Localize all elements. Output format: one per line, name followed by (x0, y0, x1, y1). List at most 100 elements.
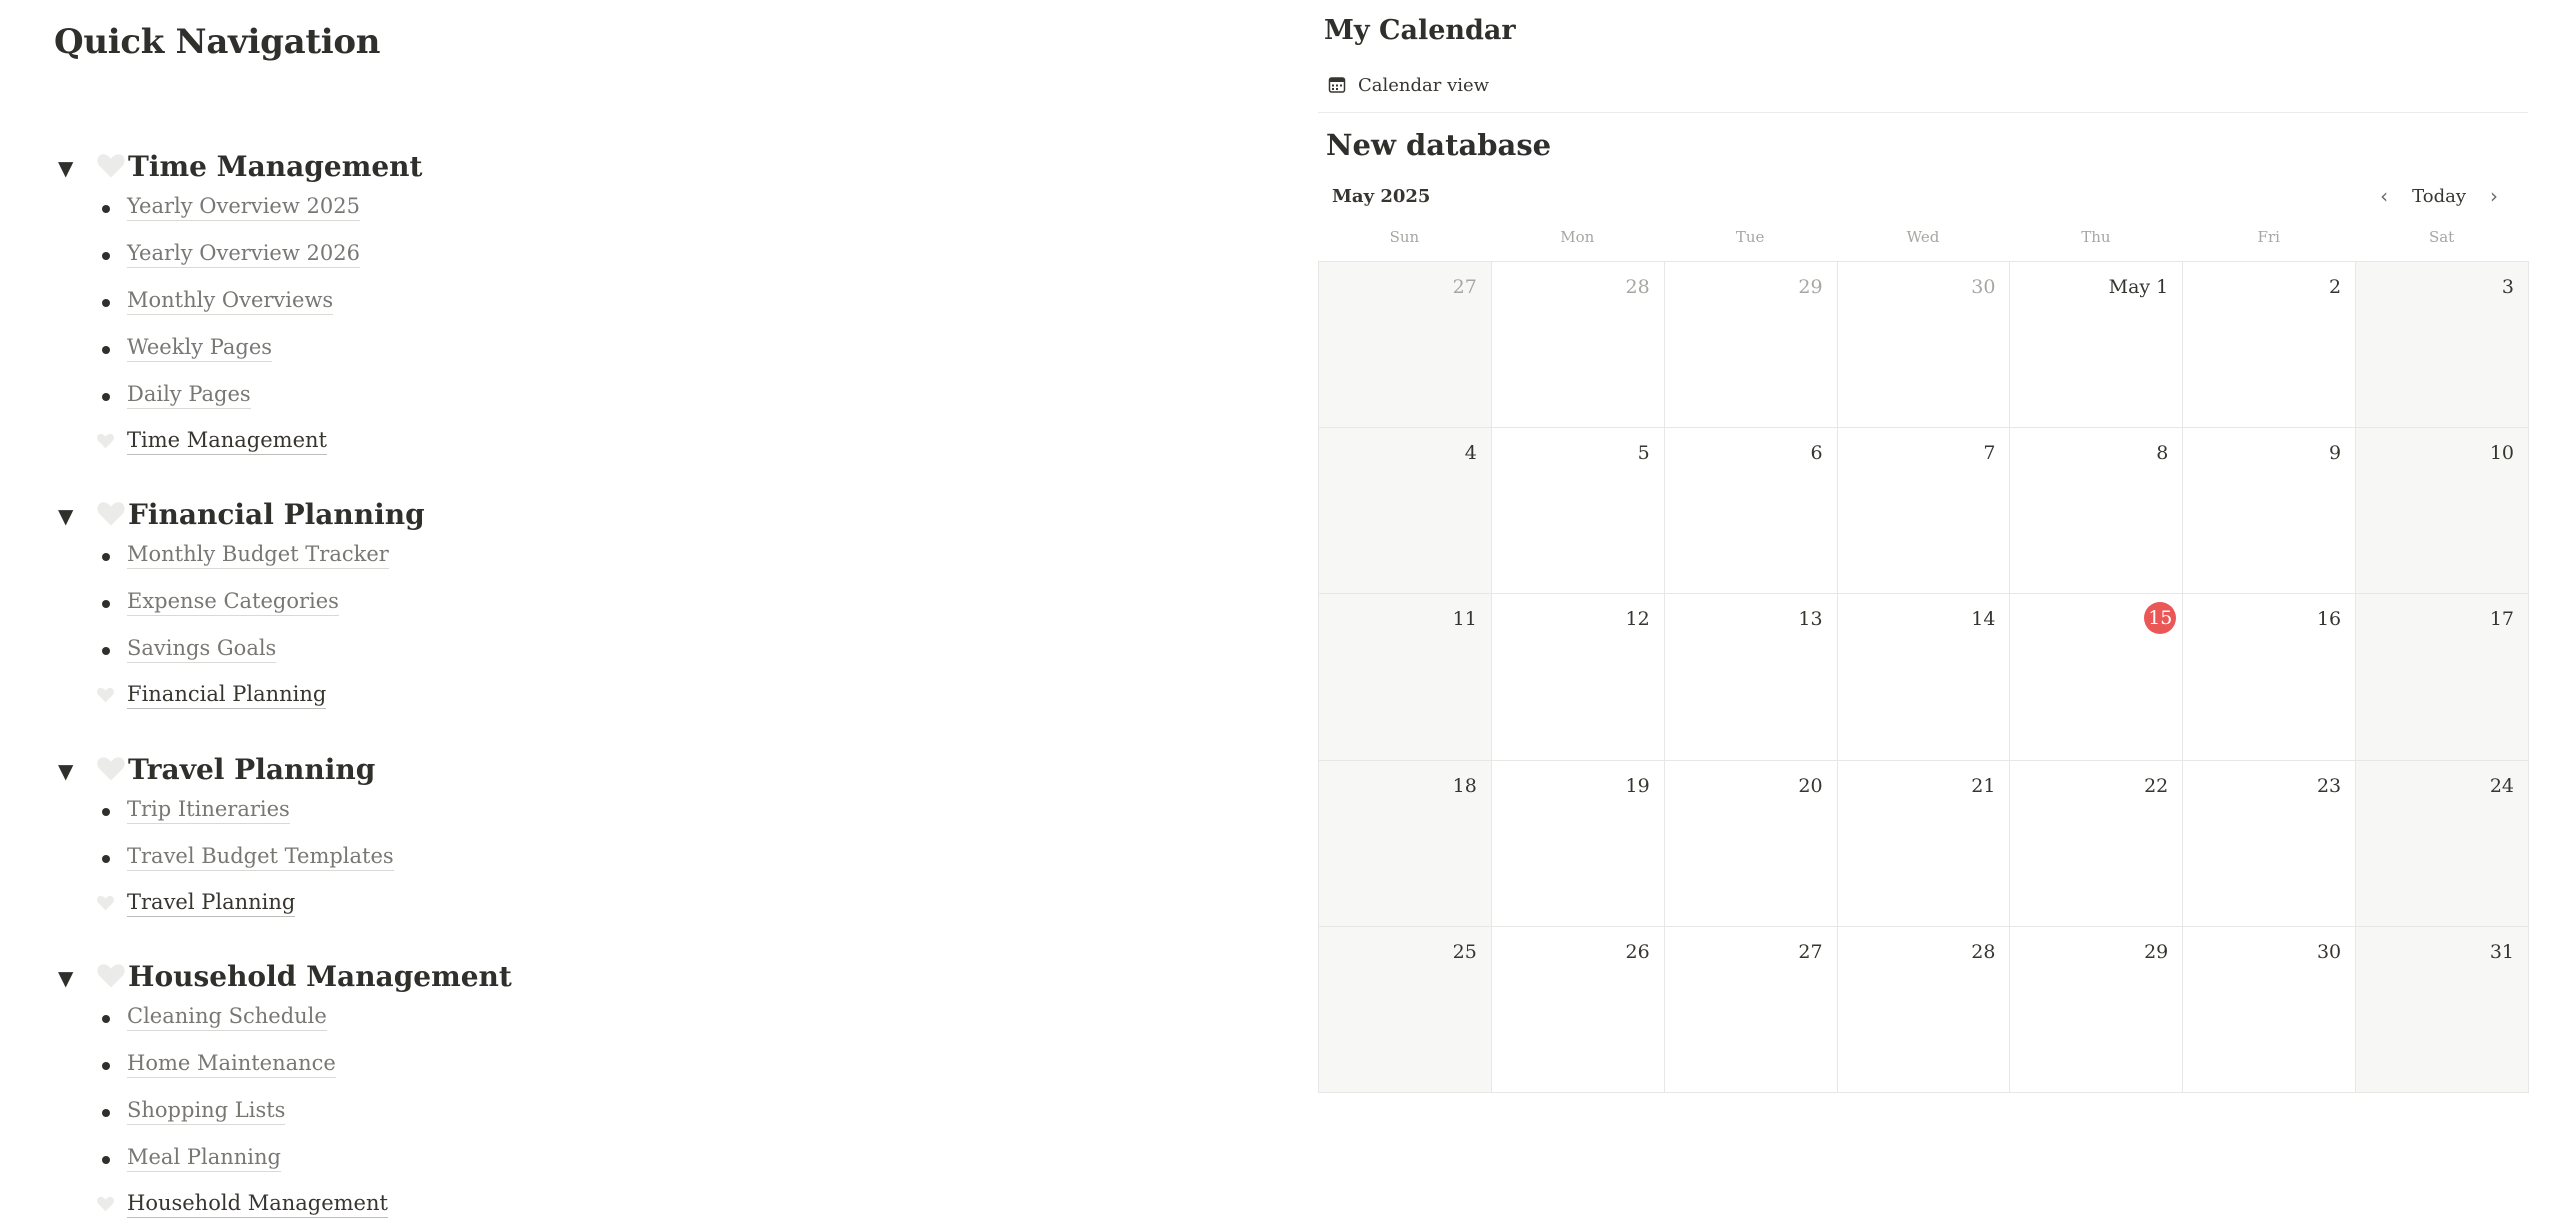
day-number: 23 (2316, 774, 2342, 797)
day-cell[interactable]: 31 (2356, 926, 2529, 1093)
page-link[interactable]: Meal Planning (127, 1143, 281, 1172)
day-number: 19 (1625, 774, 1650, 797)
list-item: Shopping Lists (54, 1096, 654, 1136)
day-cell[interactable]: 19 (1491, 760, 1665, 927)
bullet-icon (102, 1015, 110, 1023)
toggle-caret-icon[interactable]: ▼ (58, 506, 73, 526)
day-cell[interactable]: 27 (1319, 262, 1492, 429)
weekday-label: Wed (1906, 228, 1940, 246)
day-number: 4 (1464, 442, 1477, 465)
section-page-link: Household Management (54, 1189, 654, 1229)
day-number: 25 (1452, 940, 1477, 963)
day-cell[interactable]: 14 (1837, 594, 2011, 761)
calendar-grid: 27 28 29 30 May 1 2 3 4 5 6 7 8 9 10 11 12 13 14 15 16 17 18 1… (1318, 261, 2529, 1093)
bullet-icon (102, 1109, 110, 1117)
page-link[interactable]: Home Maintenance (127, 1049, 336, 1078)
calendar-icon (1328, 77, 1346, 93)
chevron-left-icon[interactable]: ‹ (2370, 184, 2398, 208)
section-page-link: Travel Planning (54, 888, 654, 928)
bullet-icon (102, 1156, 110, 1164)
calendar-title: My Calendar (1324, 15, 1516, 46)
section-title[interactable]: Time Management (128, 150, 422, 184)
month-label: May 2025 (1332, 186, 1431, 207)
page-link[interactable]: Expense Categories (127, 587, 339, 616)
bullet-icon (102, 252, 110, 260)
day-cell[interactable]: 24 (2356, 760, 2529, 927)
toggle-caret-icon[interactable]: ▼ (58, 158, 73, 178)
page-link[interactable]: Cleaning Schedule (127, 1002, 327, 1031)
heart-icon (97, 1196, 114, 1212)
section-title[interactable]: Financial Planning (128, 498, 425, 532)
page-link[interactable]: Monthly Budget Tracker (127, 540, 389, 569)
page-link[interactable]: Travel Budget Templates (127, 842, 394, 871)
weekday-label: Mon (1560, 228, 1595, 246)
day-cell[interactable]: 17 (2356, 594, 2529, 761)
day-cell[interactable]: May 1 (2010, 262, 2184, 429)
section-title[interactable]: Travel Planning (128, 753, 375, 787)
list-item: Monthly Overviews (54, 286, 654, 326)
day-cell[interactable]: 6 (1664, 428, 1838, 595)
day-cell[interactable]: 15 (2010, 594, 2184, 761)
page-link[interactable]: Savings Goals (127, 634, 277, 663)
bullet-icon (102, 600, 110, 608)
day-number: 21 (1971, 774, 1996, 797)
list-item: Travel Budget Templates (54, 842, 654, 882)
day-cell[interactable]: 12 (1491, 594, 1665, 761)
day-cell[interactable]: 20 (1664, 760, 1838, 927)
day-cell[interactable]: 30 (1837, 262, 2011, 429)
day-cell[interactable]: 8 (2010, 428, 2184, 595)
section-page-link: Time Management (54, 426, 654, 466)
page-link[interactable]: Travel Planning (127, 888, 296, 917)
section-title[interactable]: Household Management (128, 960, 512, 994)
weekday-header: Sun Mon Tue Wed Thu Fri Sat (1318, 228, 2528, 246)
page-link[interactable]: Monthly Overviews (127, 286, 334, 315)
day-cell[interactable]: 2 (2183, 262, 2357, 429)
database-title[interactable]: New database (1326, 128, 1551, 162)
today-button[interactable]: Today (2398, 186, 2480, 207)
page-link[interactable]: Household Management (127, 1189, 388, 1218)
day-cell[interactable]: 18 (1319, 760, 1492, 927)
page-link[interactable]: Time Management (127, 426, 327, 455)
chevron-right-icon[interactable]: › (2480, 184, 2508, 208)
day-cell[interactable]: 29 (2010, 926, 2184, 1093)
day-number: 30 (1971, 276, 1996, 298)
day-cell[interactable]: 3 (2356, 262, 2529, 429)
day-cell[interactable]: 16 (2183, 594, 2357, 761)
page-link[interactable]: Trip Itineraries (127, 795, 290, 824)
list-item: Expense Categories (54, 587, 654, 627)
page-link[interactable]: Daily Pages (127, 380, 251, 409)
page-link[interactable]: Yearly Overview 2026 (127, 239, 360, 268)
day-cell[interactable]: 4 (1319, 428, 1492, 595)
day-cell[interactable]: 10 (2356, 428, 2529, 595)
toggle-caret-icon[interactable]: ▼ (58, 761, 73, 781)
day-cell[interactable]: 30 (2183, 926, 2357, 1093)
day-number: 24 (2489, 774, 2514, 797)
page-link[interactable]: Yearly Overview 2025 (127, 192, 360, 221)
list-item: Cleaning Schedule (54, 1002, 654, 1042)
day-number: 22 (2144, 774, 2169, 797)
day-cell[interactable]: 27 (1664, 926, 1838, 1093)
day-cell[interactable]: 11 (1319, 594, 1492, 761)
day-cell[interactable]: 25 (1319, 926, 1492, 1093)
day-cell[interactable]: 22 (2010, 760, 2184, 927)
day-number: 28 (1625, 276, 1650, 298)
day-cell[interactable]: 28 (1837, 926, 2011, 1093)
toggle-caret-icon[interactable]: ▼ (58, 968, 73, 988)
day-cell[interactable]: 28 (1491, 262, 1665, 429)
heart-icon (97, 964, 125, 988)
day-cell[interactable]: 29 (1664, 262, 1838, 429)
calendar-view-tab[interactable]: Calendar view (1328, 70, 1489, 100)
page-link[interactable]: Shopping Lists (127, 1096, 286, 1125)
day-cell[interactable]: 5 (1491, 428, 1665, 595)
bullet-icon (102, 393, 110, 401)
day-cell[interactable]: 26 (1491, 926, 1665, 1093)
heart-icon (97, 154, 125, 178)
day-cell[interactable]: 7 (1837, 428, 2011, 595)
day-cell[interactable]: 13 (1664, 594, 1838, 761)
page-link[interactable]: Weekly Pages (127, 333, 273, 362)
day-cell[interactable]: 23 (2183, 760, 2357, 927)
day-cell[interactable]: 9 (2183, 428, 2357, 595)
list-item: Yearly Overview 2026 (54, 239, 654, 279)
page-link[interactable]: Financial Planning (127, 680, 327, 709)
day-cell[interactable]: 21 (1837, 760, 2011, 927)
